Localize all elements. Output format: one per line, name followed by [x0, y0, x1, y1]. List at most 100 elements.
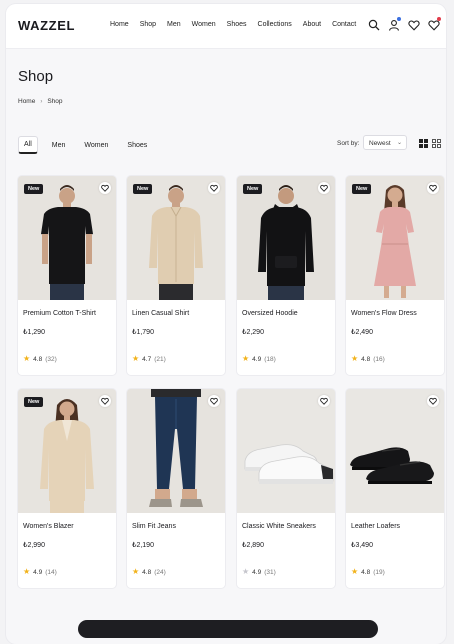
product-image[interactable]: [18, 176, 116, 300]
product-rating: ★ 4.9 (14): [23, 568, 57, 576]
sort-select[interactable]: Newest ⌄: [363, 135, 407, 150]
star-icon: ★: [351, 354, 359, 363]
sort-label: Sort by:: [337, 140, 360, 147]
product-price: ₺2,490: [351, 329, 373, 336]
review-count: (32): [45, 355, 57, 363]
breadcrumb-current: Shop: [47, 98, 63, 105]
nav-shoes[interactable]: Shoes: [227, 21, 247, 28]
star-icon: ★: [242, 567, 250, 576]
site-header: WAZZEL Home Shop Men Women Shoes Collect…: [6, 4, 446, 49]
view-toggle: [419, 139, 441, 148]
cart-icon[interactable]: [427, 17, 441, 31]
nav-contact[interactable]: Contact: [332, 21, 356, 28]
wishlist-icon[interactable]: [407, 18, 420, 31]
sort-value: Newest: [369, 140, 391, 147]
product-card[interactable]: Leather Loafers ₺3,490 ★ 4.8 (19): [346, 389, 444, 588]
chevron-down-icon: ⌄: [396, 140, 402, 146]
nav-about[interactable]: About: [303, 21, 321, 28]
review-count: (16): [373, 355, 385, 363]
star-icon: ★: [242, 354, 250, 363]
product-card[interactable]: New Oversized Hoodie ₺2,290 ★ 4.9 (18): [237, 176, 335, 375]
wishlist-heart-icon[interactable]: [318, 182, 330, 194]
product-image[interactable]: [127, 389, 225, 513]
product-image[interactable]: [237, 389, 335, 513]
category-tabs: All Men Women Shoes: [18, 136, 161, 154]
nav-home[interactable]: Home: [110, 21, 129, 28]
star-icon: ★: [351, 567, 359, 576]
review-count: (24): [154, 568, 166, 576]
nav-collections[interactable]: Collections: [258, 21, 292, 28]
rating-value: 4.7: [142, 355, 152, 363]
product-card[interactable]: Slim Fit Jeans ₺2,190 ★ 4.8 (24): [127, 389, 225, 588]
shop-page: WAZZEL Home Shop Men Women Shoes Collect…: [6, 4, 446, 644]
product-card[interactable]: Classic White Sneakers ₺2,890 ★ 4.9 (31): [237, 389, 335, 588]
nav-women[interactable]: Women: [192, 21, 216, 28]
new-badge: New: [24, 184, 44, 194]
product-rating: ★ 4.9 (31): [242, 568, 276, 576]
floating-bottom-bar[interactable]: [78, 620, 378, 638]
wishlist-heart-icon[interactable]: [427, 182, 439, 194]
header-actions: [367, 17, 441, 31]
nav-shop[interactable]: Shop: [140, 21, 156, 28]
account-icon[interactable]: [387, 17, 401, 31]
tab-shoes[interactable]: Shoes: [122, 138, 152, 153]
nav-men[interactable]: Men: [167, 21, 181, 28]
review-count: (14): [45, 568, 57, 576]
product-rating: ★ 4.7 (21): [132, 355, 166, 363]
rating-value: 4.9: [252, 355, 262, 363]
product-name[interactable]: Classic White Sneakers: [242, 523, 316, 530]
tab-men[interactable]: Men: [47, 138, 71, 153]
product-card[interactable]: New Linen Casual Shirt ₺1,790 ★ 4.7 (21): [127, 176, 225, 375]
tab-women[interactable]: Women: [79, 138, 113, 153]
main-nav: Home Shop Men Women Shoes Collections Ab…: [110, 21, 367, 28]
product-name[interactable]: Leather Loafers: [351, 523, 400, 530]
grid-view-icon[interactable]: [419, 139, 428, 148]
new-badge: New: [243, 184, 263, 194]
product-rating: ★ 4.8 (19): [351, 568, 385, 576]
product-rating: ★ 4.8 (16): [351, 355, 385, 363]
product-rating: ★ 4.9 (18): [242, 355, 276, 363]
product-image[interactable]: [127, 176, 225, 300]
grid-view-alt-icon[interactable]: [432, 139, 441, 148]
product-card[interactable]: New Women's Blazer ₺2,990 ★ 4.9 (14): [18, 389, 116, 588]
product-price: ₺3,490: [351, 542, 373, 549]
product-image[interactable]: [346, 176, 444, 300]
product-image[interactable]: [346, 389, 444, 513]
account-notification-dot: [397, 17, 401, 21]
wishlist-heart-icon[interactable]: [208, 395, 220, 407]
review-count: (21): [154, 355, 166, 363]
breadcrumb: Home › Shop: [18, 98, 63, 105]
wishlist-heart-icon[interactable]: [318, 395, 330, 407]
breadcrumb-chevron-icon: ›: [40, 98, 43, 105]
review-count: (31): [264, 568, 276, 576]
wishlist-heart-icon[interactable]: [99, 182, 111, 194]
product-name[interactable]: Premium Cotton T-Shirt: [23, 310, 96, 317]
product-price: ₺2,290: [242, 329, 264, 336]
product-card[interactable]: New Women's Flow Dress ₺2,490 ★ 4.8 (16): [346, 176, 444, 375]
product-card[interactable]: New Premium Cotton T-Shirt ₺1,290 ★ 4.8 …: [18, 176, 116, 375]
product-price: ₺2,890: [242, 542, 264, 549]
search-icon[interactable]: [367, 18, 380, 31]
product-name[interactable]: Linen Casual Shirt: [132, 310, 189, 317]
product-name[interactable]: Women's Flow Dress: [351, 310, 417, 317]
tab-all[interactable]: All: [18, 136, 38, 154]
wishlist-heart-icon[interactable]: [427, 395, 439, 407]
product-price: ₺1,290: [23, 329, 45, 336]
product-image[interactable]: [18, 389, 116, 513]
product-name[interactable]: Oversized Hoodie: [242, 310, 298, 317]
product-name[interactable]: Slim Fit Jeans: [132, 523, 176, 530]
wishlist-heart-icon[interactable]: [99, 395, 111, 407]
rating-value: 4.8: [361, 568, 371, 576]
new-badge: New: [24, 397, 44, 407]
site-logo[interactable]: WAZZEL: [18, 18, 75, 33]
product-image[interactable]: [237, 176, 335, 300]
cart-badge-dot: [437, 17, 441, 21]
breadcrumb-home[interactable]: Home: [18, 98, 35, 105]
rating-value: 4.9: [252, 568, 262, 576]
new-badge: New: [352, 184, 372, 194]
product-name[interactable]: Women's Blazer: [23, 523, 74, 530]
product-rating: ★ 4.8 (24): [132, 568, 166, 576]
wishlist-heart-icon[interactable]: [208, 182, 220, 194]
product-price: ₺1,790: [132, 329, 154, 336]
star-icon: ★: [23, 567, 31, 576]
